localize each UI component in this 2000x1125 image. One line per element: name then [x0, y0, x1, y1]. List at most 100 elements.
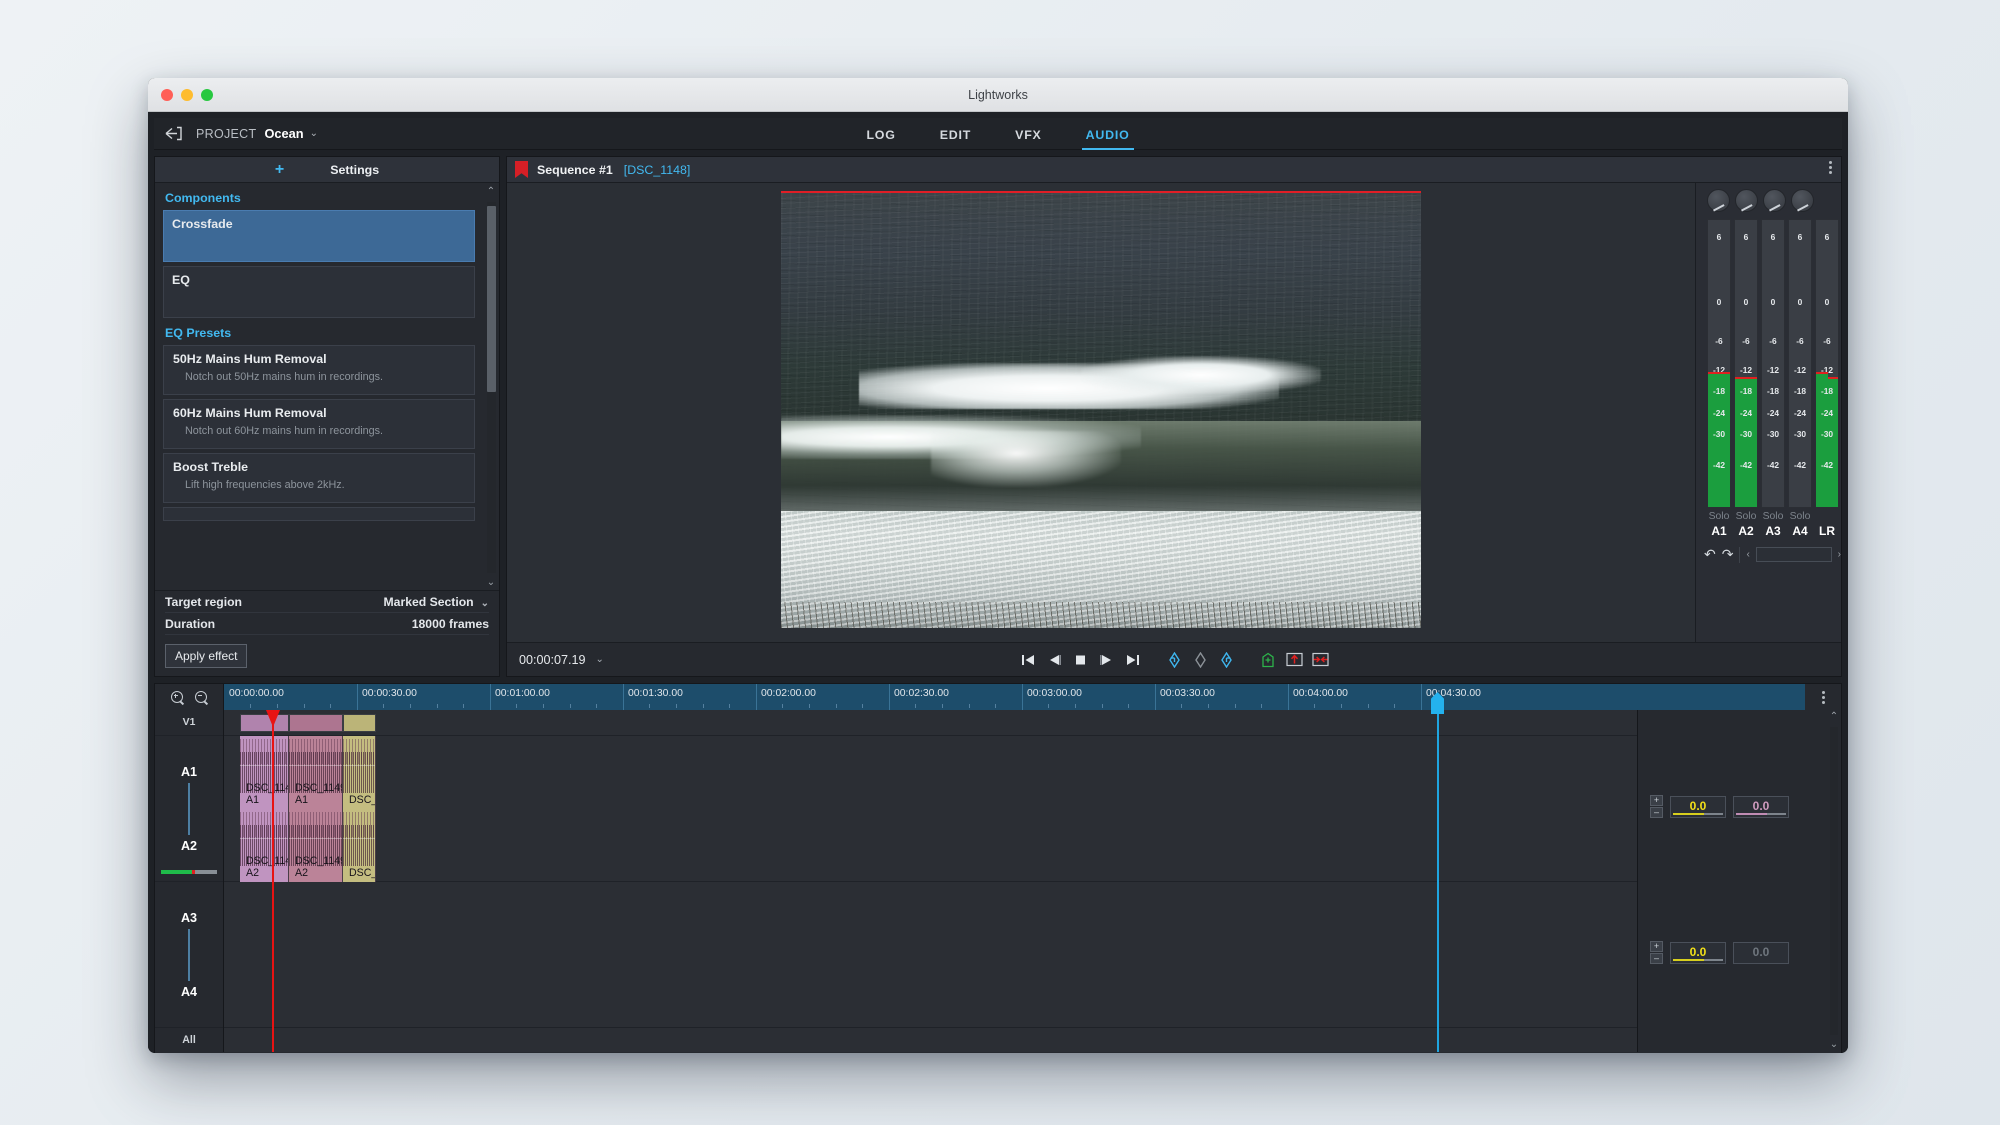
- scroll-up-icon[interactable]: ⌃: [1830, 710, 1838, 724]
- play-icon[interactable]: [1097, 650, 1116, 669]
- gain-field-a1[interactable]: 0.0: [1670, 795, 1726, 818]
- target-region-value[interactable]: Marked Section ⌄: [384, 595, 489, 609]
- audio-clip-a2[interactable]: DSC_1149, A2: [289, 809, 343, 882]
- preset-partial-row[interactable]: [163, 507, 475, 521]
- scrollbar-thumb[interactable]: [486, 206, 496, 392]
- loop-right-icon[interactable]: ↷: [1722, 546, 1734, 563]
- timeline-tracks[interactable]: DSC_1148, A1 DSC_1149, A1 DSC_: [223, 692, 1637, 1052]
- gain-slider[interactable]: [1673, 958, 1723, 961]
- scrollbar-track[interactable]: [486, 202, 496, 573]
- preset-50hz-mains-hum-removal[interactable]: 50Hz Mains Hum Removal Notch out 50Hz ma…: [163, 345, 475, 395]
- video-track-lane-v1[interactable]: [224, 710, 1637, 736]
- playhead[interactable]: [266, 710, 280, 1052]
- zoom-out-icon[interactable]: [194, 690, 208, 704]
- previous-preset-icon[interactable]: ‹: [1746, 549, 1749, 560]
- gain-stepper[interactable]: + –: [1650, 795, 1663, 818]
- all-tracks-label[interactable]: All: [155, 1028, 223, 1052]
- settings-tab[interactable]: Settings: [330, 163, 379, 177]
- add-edit-icon[interactable]: [1259, 650, 1278, 669]
- gain-field-a2[interactable]: 0.0: [1733, 795, 1789, 818]
- go-to-start-icon[interactable]: [1019, 650, 1038, 669]
- component-crossfade[interactable]: Crossfade: [163, 210, 475, 262]
- plus-icon[interactable]: +: [275, 161, 284, 178]
- decrease-icon[interactable]: –: [1650, 807, 1663, 818]
- track-header-group-a3-a4[interactable]: A3 A4: [155, 882, 223, 1028]
- meter-preset-field[interactable]: [1755, 547, 1832, 562]
- gain-field-a3[interactable]: 0.0: [1670, 941, 1726, 964]
- scrollbar-track[interactable]: [1830, 727, 1838, 1035]
- rotary-knob-icon[interactable]: [1735, 189, 1758, 212]
- audio-clip-a1[interactable]: DSC_1148, A1: [240, 736, 289, 809]
- tab-vfx[interactable]: VFX: [1011, 128, 1046, 150]
- level-meter-lr[interactable]: 6 0 -6 -12 -18 -24 -30 -42: [1815, 219, 1839, 508]
- audio-clip-a1[interactable]: DSC_1149, A1: [289, 736, 343, 809]
- channel-label-a2[interactable]: A2: [1734, 524, 1758, 538]
- replace-icon[interactable]: [1311, 650, 1330, 669]
- solo-button-a3[interactable]: Solo: [1761, 511, 1785, 522]
- timeline-ruler[interactable]: 00:00:00.00 00:00:30.00 00:01:00.00 00:0…: [223, 684, 1805, 710]
- apply-effect-button[interactable]: Apply effect: [165, 644, 248, 668]
- mark-out-icon[interactable]: [1217, 650, 1236, 669]
- chevron-down-icon[interactable]: ⌄: [481, 598, 489, 609]
- channel-label-a1[interactable]: A1: [1707, 524, 1731, 538]
- playhead-handle[interactable]: [266, 710, 280, 727]
- audio-clip-a1[interactable]: DSC_1: [343, 736, 376, 809]
- stop-icon[interactable]: [1071, 650, 1090, 669]
- video-clip[interactable]: [240, 714, 289, 732]
- video-canvas-area[interactable]: [507, 183, 1695, 642]
- solo-button-a2[interactable]: Solo: [1734, 511, 1758, 522]
- increase-icon[interactable]: +: [1650, 941, 1663, 952]
- preset-boost-treble[interactable]: Boost Treble Lift high frequencies above…: [163, 453, 475, 503]
- zoom-in-icon[interactable]: [170, 690, 184, 704]
- gain-slider[interactable]: [1736, 812, 1786, 815]
- level-meter-a3[interactable]: 6 0 -6 -12 -18 -24 -30 -42: [1761, 219, 1785, 508]
- audio-track-lane-a1-a2[interactable]: DSC_1148, A1 DSC_1149, A1 DSC_: [224, 736, 1637, 882]
- level-meter-a1[interactable]: 6 0 -6 -12 -18 -24 -30 -42: [1707, 219, 1731, 508]
- tab-log[interactable]: LOG: [862, 128, 899, 150]
- step-back-icon[interactable]: [1045, 650, 1064, 669]
- scroll-down-icon[interactable]: ⌄: [487, 576, 495, 590]
- kebab-menu-icon[interactable]: [1829, 161, 1832, 174]
- gain-stepper[interactable]: + –: [1650, 941, 1663, 964]
- preset-60hz-mains-hum-removal[interactable]: 60Hz Mains Hum Removal Notch out 60Hz ma…: [163, 399, 475, 449]
- component-eq[interactable]: EQ: [163, 266, 475, 318]
- scroll-down-icon[interactable]: ⌄: [1830, 1038, 1838, 1052]
- effects-scrollbar[interactable]: ⌃ ⌄: [483, 183, 499, 590]
- rotary-knob-icon[interactable]: [1763, 189, 1786, 212]
- go-to-end-icon[interactable]: [1123, 650, 1142, 669]
- rotary-knob-icon[interactable]: [1791, 189, 1814, 212]
- tab-audio[interactable]: AUDIO: [1081, 128, 1134, 150]
- video-clip[interactable]: [343, 714, 376, 732]
- clip-name[interactable]: [DSC_1148]: [624, 163, 691, 177]
- track-header-group-a1-a2[interactable]: A1 A2: [155, 736, 223, 882]
- out-point-marker[interactable]: [1431, 692, 1444, 1052]
- level-meter-a2[interactable]: 6 0 -6 -12 -18 -24 -30 -42: [1734, 219, 1758, 508]
- decrease-icon[interactable]: –: [1650, 953, 1663, 964]
- next-preset-icon[interactable]: ›: [1838, 549, 1841, 560]
- track-header-v1[interactable]: V1: [155, 710, 223, 736]
- gain-slider[interactable]: [1673, 812, 1723, 815]
- mark-clear-icon[interactable]: [1191, 650, 1210, 669]
- increase-icon[interactable]: +: [1650, 795, 1663, 806]
- loop-left-icon[interactable]: ↶: [1704, 546, 1716, 563]
- audio-clip-a2[interactable]: DSC_1148, A2: [240, 809, 289, 882]
- solo-button-a1[interactable]: Solo: [1707, 511, 1731, 522]
- tab-edit[interactable]: EDIT: [936, 128, 975, 150]
- target-region-row[interactable]: Target region Marked Section ⌄: [165, 591, 489, 613]
- mark-in-icon[interactable]: [1165, 650, 1184, 669]
- gain-field-a4[interactable]: 0.0: [1733, 941, 1789, 964]
- audio-track-lane-a3-a4[interactable]: [224, 882, 1637, 1028]
- solo-button-a4[interactable]: Solo: [1788, 511, 1812, 522]
- insert-icon[interactable]: [1285, 650, 1304, 669]
- kebab-menu-icon[interactable]: [1805, 690, 1841, 704]
- channel-label-a4[interactable]: A4: [1788, 524, 1812, 538]
- audio-clip-a2[interactable]: DSC_1: [343, 809, 376, 882]
- channel-label-lr[interactable]: LR: [1815, 524, 1839, 538]
- scroll-up-icon[interactable]: ⌃: [487, 185, 495, 199]
- timeline-scrollbar[interactable]: ⌃ ⌄: [1827, 710, 1841, 1052]
- video-clip[interactable]: [289, 714, 343, 732]
- level-meter-a4[interactable]: 6 0 -6 -12 -18 -24 -30 -42: [1788, 219, 1812, 508]
- ruler-tick-label: 00:00:30.00: [362, 688, 417, 699]
- rotary-knob-icon[interactable]: [1707, 189, 1730, 212]
- channel-label-a3[interactable]: A3: [1761, 524, 1785, 538]
